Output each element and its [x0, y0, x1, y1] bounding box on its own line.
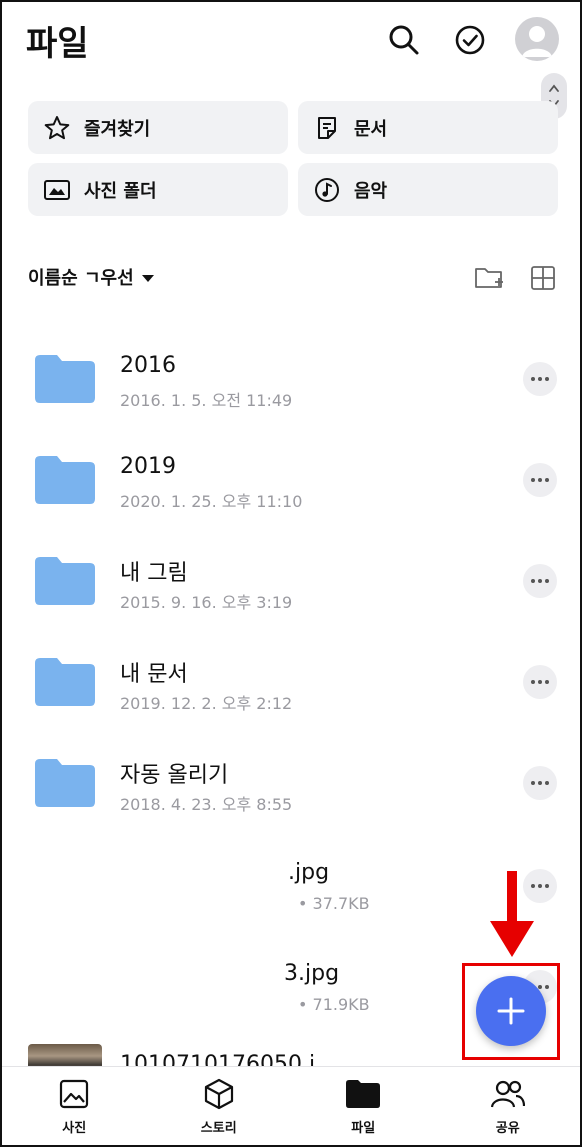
app-screen: 파일 즐겨찾기 문서 사진 폴더 음악 이름순 ㄱ우선 2016 2016. 1…	[0, 0, 582, 1147]
tile-label: 문서	[354, 118, 388, 140]
more-button[interactable]	[523, 564, 557, 598]
avatar-icon	[522, 26, 552, 57]
file-name: 3.jpg	[284, 961, 340, 986]
tile-label: 즐겨찾기	[84, 118, 151, 140]
more-button[interactable]	[523, 766, 557, 800]
highlight-box	[462, 963, 560, 1060]
nav-label: 사진	[62, 1121, 87, 1136]
tile-documents[interactable]: 문서	[298, 101, 558, 154]
sort-selector[interactable]: 이름순 ㄱ우선	[28, 264, 154, 290]
item-date: 2018. 4. 23. 오후 8:55	[120, 795, 293, 814]
more-button[interactable]	[523, 362, 557, 396]
cube-icon	[202, 1077, 236, 1111]
nav-label: 파일	[351, 1121, 376, 1136]
folder-icon	[35, 759, 95, 807]
arrow-down-icon	[490, 871, 534, 957]
search-icon[interactable]	[384, 20, 424, 60]
music-icon	[312, 175, 342, 205]
nav-share[interactable]: 공유	[436, 1067, 581, 1145]
nav-files[interactable]: 파일	[291, 1067, 436, 1145]
folder-icon	[35, 557, 95, 605]
item-name: 자동 올리기	[120, 763, 229, 788]
folder-icon	[346, 1077, 381, 1111]
item-date: 2020. 1. 25. 오후 11:10	[120, 492, 303, 511]
list-item[interactable]: 2019 2020. 1. 25. 오후 11:10	[2, 446, 580, 546]
nav-photos[interactable]: 사진	[2, 1067, 147, 1145]
star-icon	[42, 113, 72, 143]
more-button[interactable]	[523, 463, 557, 497]
nav-story[interactable]: 스토리	[147, 1067, 292, 1145]
file-size: • 71.9KB	[298, 995, 370, 1014]
tile-label: 사진 폴더	[84, 180, 157, 202]
tile-music[interactable]: 음악	[298, 163, 558, 216]
file-name: .jpg	[288, 860, 330, 885]
tile-favorites[interactable]: 즐겨찾기	[28, 101, 288, 154]
more-dots-icon	[531, 781, 549, 785]
more-button[interactable]	[523, 665, 557, 699]
tile-label: 음악	[354, 180, 388, 202]
list-item[interactable]: 2016 2016. 1. 5. 오전 11:49	[2, 345, 580, 445]
item-name: 내 그림	[120, 561, 188, 586]
more-dots-icon	[531, 478, 549, 482]
item-date: 2019. 12. 2. 오후 2:12	[120, 694, 293, 713]
photo-folder-icon	[42, 175, 72, 205]
list-item[interactable]: 내 문서 2019. 12. 2. 오후 2:12	[2, 648, 580, 748]
item-name: 내 문서	[120, 662, 188, 687]
file-name-partial: 1010710176050.j	[120, 1052, 316, 1066]
tile-photo-folder[interactable]: 사진 폴더	[28, 163, 288, 216]
list-item[interactable]: 자동 올리기 2018. 4. 23. 오후 8:55	[2, 749, 580, 849]
photo-icon	[57, 1077, 91, 1111]
caret-down-icon	[141, 274, 154, 282]
page-title: 파일	[26, 24, 89, 64]
folder-icon	[35, 355, 95, 403]
item-date: 2016. 1. 5. 오전 11:49	[120, 391, 293, 410]
file-size: • 37.7KB	[298, 894, 370, 913]
bottom-navigation: 사진 스토리 파일 공유	[2, 1066, 581, 1145]
item-date: 2015. 9. 16. 오후 3:19	[120, 593, 293, 612]
more-dots-icon	[531, 377, 549, 381]
folder-icon	[35, 658, 95, 706]
nav-label: 스토리	[200, 1121, 237, 1136]
people-icon	[490, 1077, 525, 1111]
sort-label: 이름순 ㄱ우선	[28, 268, 134, 289]
item-name: 2019	[120, 454, 176, 479]
list-item[interactable]: 내 그림 2015. 9. 16. 오후 3:19	[2, 547, 580, 647]
grid-view-icon[interactable]	[527, 262, 559, 294]
nav-label: 공유	[495, 1121, 520, 1136]
folder-icon	[35, 456, 95, 504]
more-dots-icon	[531, 579, 549, 583]
new-folder-icon[interactable]	[473, 262, 505, 294]
more-dots-icon	[531, 680, 549, 684]
check-circle-icon[interactable]	[450, 20, 490, 60]
document-icon	[312, 113, 342, 143]
avatar[interactable]	[515, 17, 559, 61]
item-name: 2016	[120, 353, 176, 378]
